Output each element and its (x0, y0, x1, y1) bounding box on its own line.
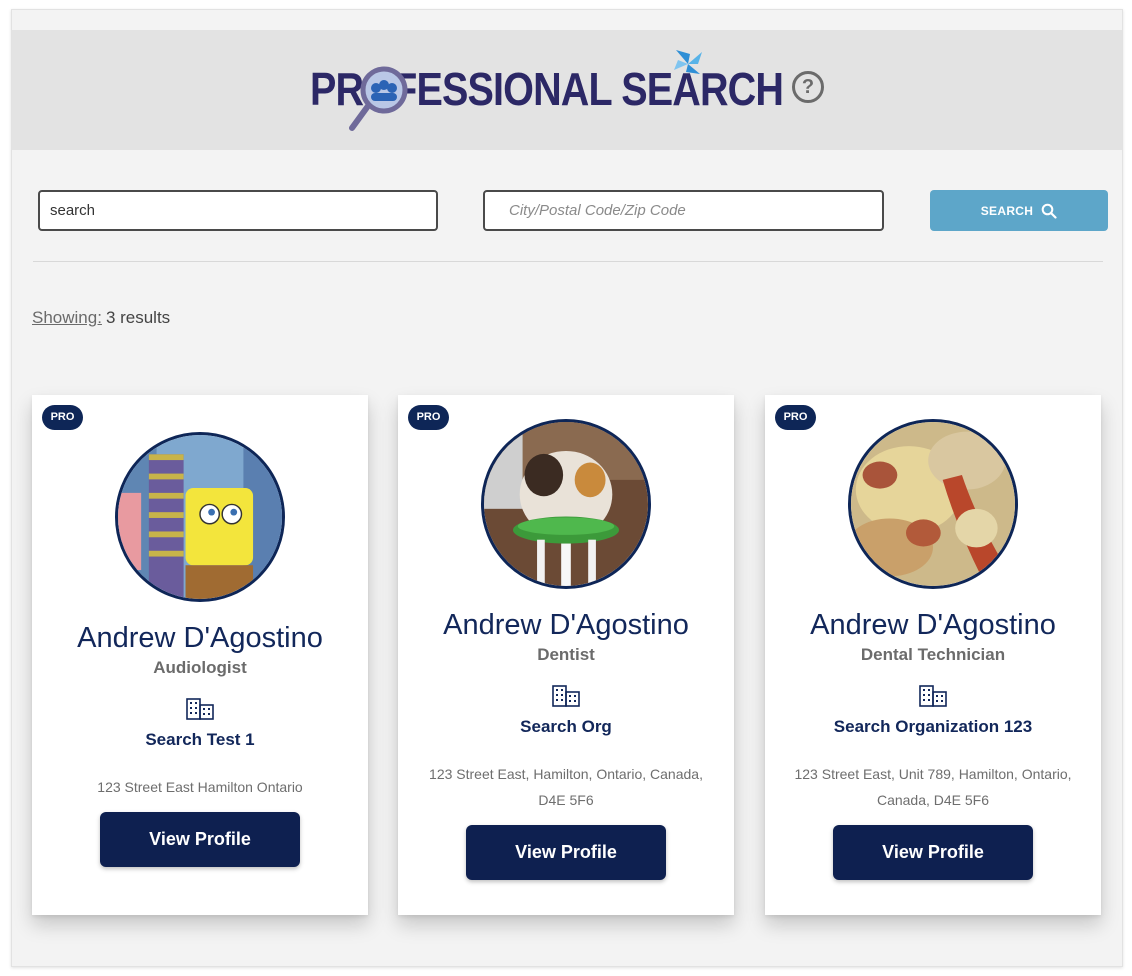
organization-name: Search Test 1 (145, 730, 255, 749)
results-count: 3 results (105, 308, 171, 327)
organization-name: Search Org (520, 717, 612, 736)
professional-search-logo[interactable]: PROFESSIONAL SEARCH (310, 48, 784, 134)
profile-card: PRO Andrew D'Agostino Audiologist Search… (32, 395, 368, 915)
search-button[interactable]: SEARCH (930, 190, 1108, 231)
building-icon (186, 698, 214, 720)
avatar (848, 419, 1018, 589)
showing-label: Showing: (32, 308, 102, 327)
address: 123 Street East, Hamilton, Ontario, Cana… (429, 766, 703, 808)
search-button-label: SEARCH (980, 203, 1034, 218)
profile-card: PRO Andrew D'Agostino Dentist Search Org… (398, 395, 734, 915)
profile-name: Andrew D'Agostino (77, 622, 323, 654)
page-frame: PROFESSIONAL SEARCH ? SEARCH (11, 9, 1123, 967)
profile-title: Audiologist (153, 658, 247, 677)
avatar-image (851, 422, 1015, 586)
building-icon (552, 685, 580, 707)
search-icon (1041, 203, 1057, 219)
address: 123 Street East, Unit 789, Hamilton, Ont… (794, 766, 1072, 808)
divider (33, 261, 1103, 262)
help-icon[interactable]: ? (792, 71, 824, 103)
magnifier-icon (349, 66, 408, 131)
avatar-image (118, 435, 282, 599)
search-input[interactable] (38, 190, 438, 231)
building-icon (919, 685, 947, 707)
view-profile-button[interactable]: View Profile (833, 825, 1033, 880)
organization-name: Search Organization 123 (833, 717, 1033, 736)
results-summary: Showing: 3 results (32, 308, 170, 328)
pro-badge: PRO (775, 405, 816, 430)
address: 123 Street East Hamilton Ontario (97, 779, 303, 795)
profile-card: PRO Andrew D'Agostino Dental Technician (765, 395, 1101, 915)
avatar (115, 432, 285, 602)
header-banner: PROFESSIONAL SEARCH ? (12, 30, 1122, 150)
pinwheel-icon (674, 50, 702, 74)
view-profile-button[interactable]: View Profile (100, 812, 300, 867)
avatar-image (484, 422, 648, 586)
profile-title: Dental Technician (860, 645, 1006, 664)
profile-name: Andrew D'Agostino (443, 609, 689, 641)
location-input[interactable] (483, 190, 884, 231)
profile-title: Dentist (537, 645, 595, 664)
avatar (481, 419, 651, 589)
profile-name: Andrew D'Agostino (810, 609, 1056, 641)
pro-badge: PRO (408, 405, 449, 430)
pro-badge: PRO (42, 405, 83, 430)
view-profile-button[interactable]: View Profile (466, 825, 666, 880)
